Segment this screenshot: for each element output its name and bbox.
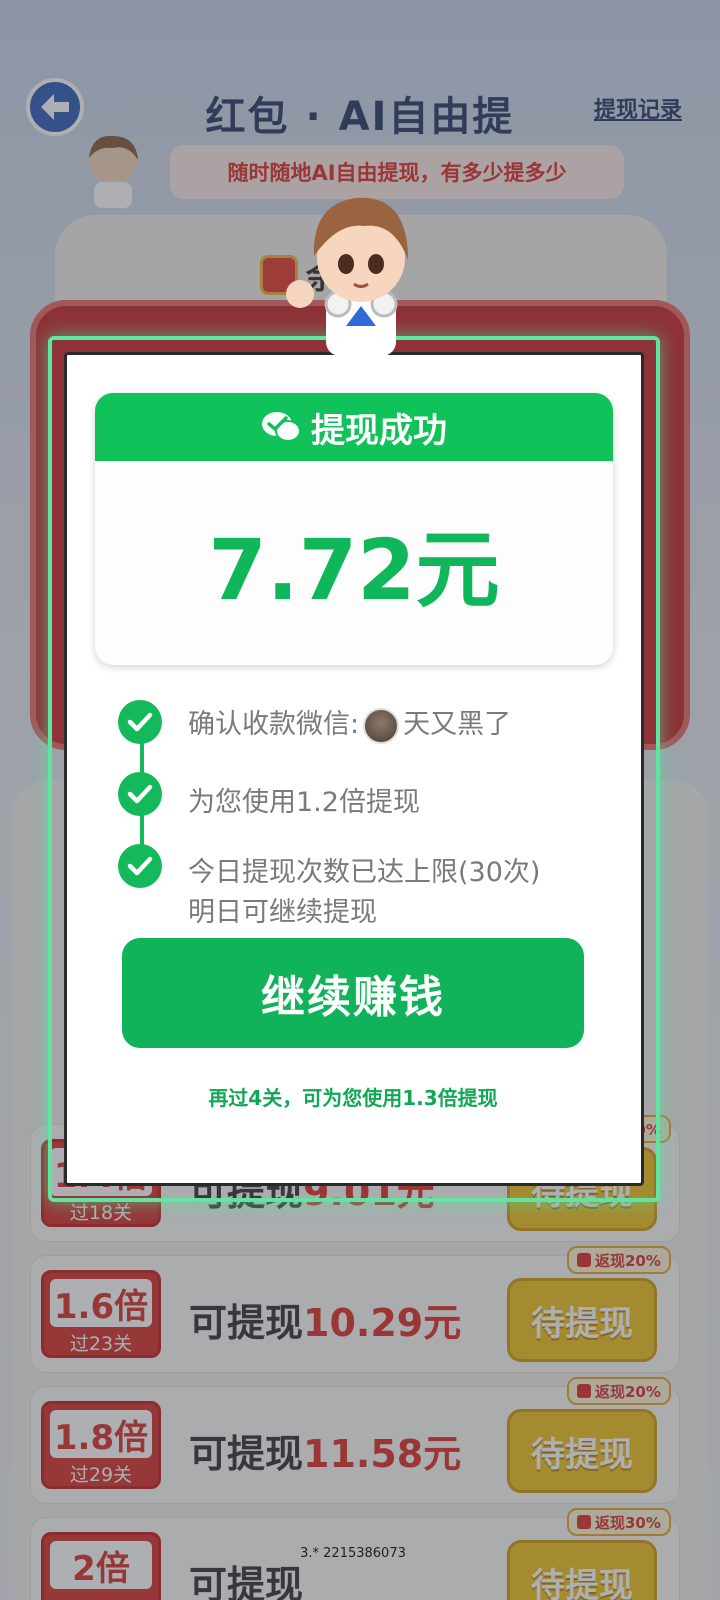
check-icon: [118, 844, 162, 888]
step-confirm-label: 确认收款微信:: [188, 709, 360, 740]
footer-id: 3.* 2215386073: [300, 1546, 406, 1561]
next-level-hint: 再过4关，可为您使用1.3倍提现: [208, 1086, 498, 1110]
step-limit-line2: 明日可继续提现: [188, 897, 377, 928]
withdraw-amount: 7.72元: [208, 521, 500, 619]
wechat-nickname: 天又黑了: [403, 709, 512, 740]
step-multiplier: 为您使用1.2倍提现: [188, 787, 420, 818]
user-avatar: [363, 707, 400, 744]
success-header: 提现成功: [95, 393, 613, 461]
wechat-icon: [262, 412, 301, 442]
continue-earning-button[interactable]: 继续赚钱: [122, 938, 584, 1048]
check-icon: [118, 700, 162, 744]
success-title: 提现成功: [311, 410, 447, 451]
step-confirm-wechat: 确认收款微信: 天又黑了: [188, 702, 511, 744]
mascot-character: [286, 197, 408, 356]
success-card: 提现成功 7.72元: [95, 393, 613, 665]
check-icon: [118, 772, 162, 816]
step-limit-line1: 今日提现次数已达上限(30次): [188, 857, 541, 888]
